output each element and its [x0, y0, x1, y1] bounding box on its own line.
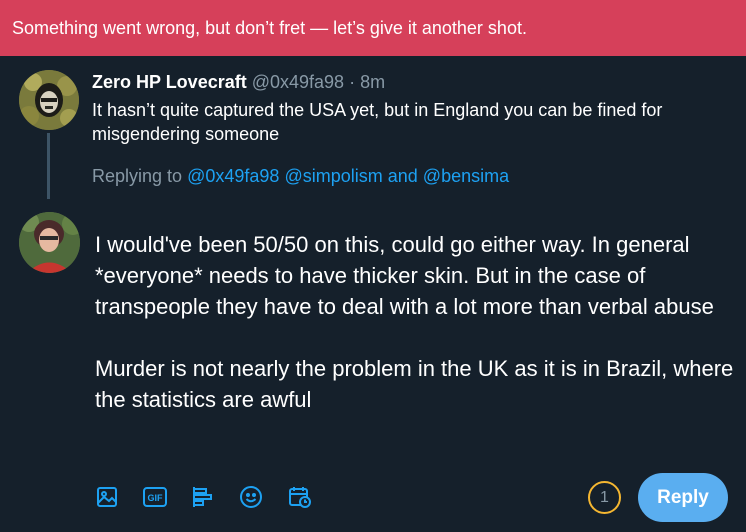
- parent-tweet-text: It hasn’t quite captured the USA yet, bu…: [92, 100, 663, 144]
- mention-link[interactable]: @0x49fa98: [187, 166, 279, 186]
- mention-link[interactable]: @bensima: [423, 166, 509, 186]
- parent-tweet-header: Zero HP Lovecraft @0x49fa98 · 8m: [92, 72, 385, 93]
- reply-dialog: Something went wrong, but don’t fret — l…: [0, 0, 746, 532]
- replying-to-prefix: Replying to: [92, 166, 183, 186]
- reply-textarea[interactable]: I would've been 50/50 on this, could go …: [95, 229, 735, 415]
- header-separator: ·: [349, 72, 356, 92]
- gif-icon[interactable]: GIF: [140, 482, 170, 512]
- poll-icon[interactable]: [188, 482, 218, 512]
- user-avatar: [19, 212, 80, 273]
- image-icon[interactable]: [92, 482, 122, 512]
- reply-paragraph: I would've been 50/50 on this, could go …: [95, 232, 714, 319]
- mention-link[interactable]: @simpolism: [284, 166, 382, 186]
- parent-display-name[interactable]: Zero HP Lovecraft: [92, 72, 247, 92]
- parent-handle[interactable]: @0x49fa98: [252, 72, 344, 92]
- mention-conjunction[interactable]: and: [388, 166, 418, 186]
- character-counter-value: 1: [600, 488, 609, 506]
- replying-to-line: Replying to @0x49fa98 @simpolism and @be…: [92, 166, 509, 187]
- error-banner-text: Something went wrong, but don’t fret — l…: [12, 18, 527, 38]
- thread-line: [47, 133, 50, 199]
- reply-button[interactable]: Reply: [638, 473, 728, 522]
- parent-timestamp[interactable]: 8m: [360, 72, 385, 92]
- schedule-icon[interactable]: [285, 482, 315, 512]
- error-banner: Something went wrong, but don’t fret — l…: [0, 0, 746, 56]
- character-counter: 1: [588, 481, 621, 514]
- reply-paragraph: Murder is not nearly the problem in the …: [95, 356, 734, 412]
- emoji-icon[interactable]: [236, 482, 266, 512]
- parent-avatar[interactable]: [19, 70, 79, 130]
- gif-icon-label: GIF: [148, 493, 164, 503]
